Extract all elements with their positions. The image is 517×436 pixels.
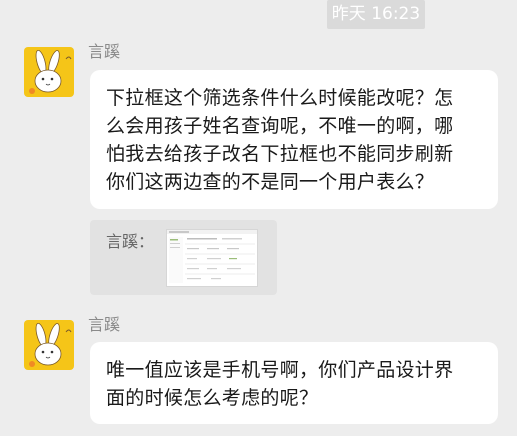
sender-avatar[interactable] xyxy=(24,320,74,370)
message-line: 唯一值应该是手机号啊，你们产品设计界 xyxy=(106,359,454,381)
message-timestamp: 昨天 16:23 xyxy=(327,0,425,29)
sender-avatar[interactable] xyxy=(24,47,74,97)
cartoon-rabbit-avatar-icon xyxy=(29,49,72,94)
sender-name: 言蹊 xyxy=(88,315,121,334)
message-line: 么会用孩子姓名查询呢，不唯一的啊，哪 xyxy=(106,115,454,137)
message-bubble[interactable]: 下拉框这个筛选条件什么时候能改呢？怎 么会用孩子姓名查询呢，不唯一的啊，哪 怕我… xyxy=(90,70,498,209)
message-line: 面的时候怎么考虑的呢？ xyxy=(106,387,319,409)
chat-window: 昨天 16:23 言蹊 下拉框这个筛选条件什么时候能改呢？怎 么会用孩子姓名查询… xyxy=(0,0,517,436)
quote-sender-label: 言蹊： xyxy=(106,232,155,251)
cartoon-rabbit-avatar-icon xyxy=(29,322,72,367)
message-line: 你们这两边查的不是同一个用户表么？ xyxy=(106,171,435,193)
message-line: 下拉框这个筛选条件什么时候能改呢？怎 xyxy=(106,87,454,109)
message-bubble[interactable]: 唯一值应该是手机号啊，你们产品设计界 面的时候怎么考虑的呢？ xyxy=(90,342,498,424)
quoted-message[interactable]: 言蹊： xyxy=(90,220,277,295)
message-line: 怕我去给孩子改名下拉框也不能同步刷新 xyxy=(106,143,454,165)
screenshot-thumbnail-icon[interactable] xyxy=(166,229,258,287)
sender-name: 言蹊 xyxy=(88,42,121,61)
